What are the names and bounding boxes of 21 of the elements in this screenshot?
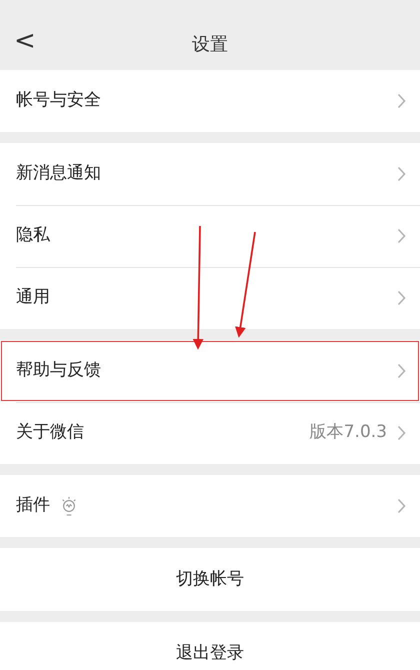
chevron-icon <box>397 363 406 379</box>
chevron-icon <box>397 290 406 306</box>
lightbulb-icon <box>60 496 78 516</box>
row-label: 关于微信 <box>16 421 84 444</box>
page-title: 设置 <box>192 32 228 56</box>
chevron-icon <box>397 228 406 244</box>
action-button[interactable]: 切换帐号 <box>0 548 420 611</box>
chevron-icon <box>397 166 406 182</box>
action-button[interactable]: 退出登录 <box>0 622 420 670</box>
chevron-icon <box>397 425 406 441</box>
version-text: 版本7.0.3 <box>310 421 387 444</box>
chevron-icon <box>397 498 406 514</box>
row-label: 隐私 <box>16 224 50 248</box>
row-label: 新消息通知 <box>16 162 101 186</box>
row-label: 通用 <box>16 286 50 310</box>
highlighted-settings-row[interactable]: 帮助与反馈 <box>0 340 420 402</box>
back-button[interactable]: < <box>6 26 44 56</box>
row-label: 帮助与反馈 <box>16 359 101 382</box>
row-label: 插件 <box>16 494 50 518</box>
row-label: 帐号与安全 <box>16 89 101 112</box>
chevron-icon <box>397 93 406 109</box>
